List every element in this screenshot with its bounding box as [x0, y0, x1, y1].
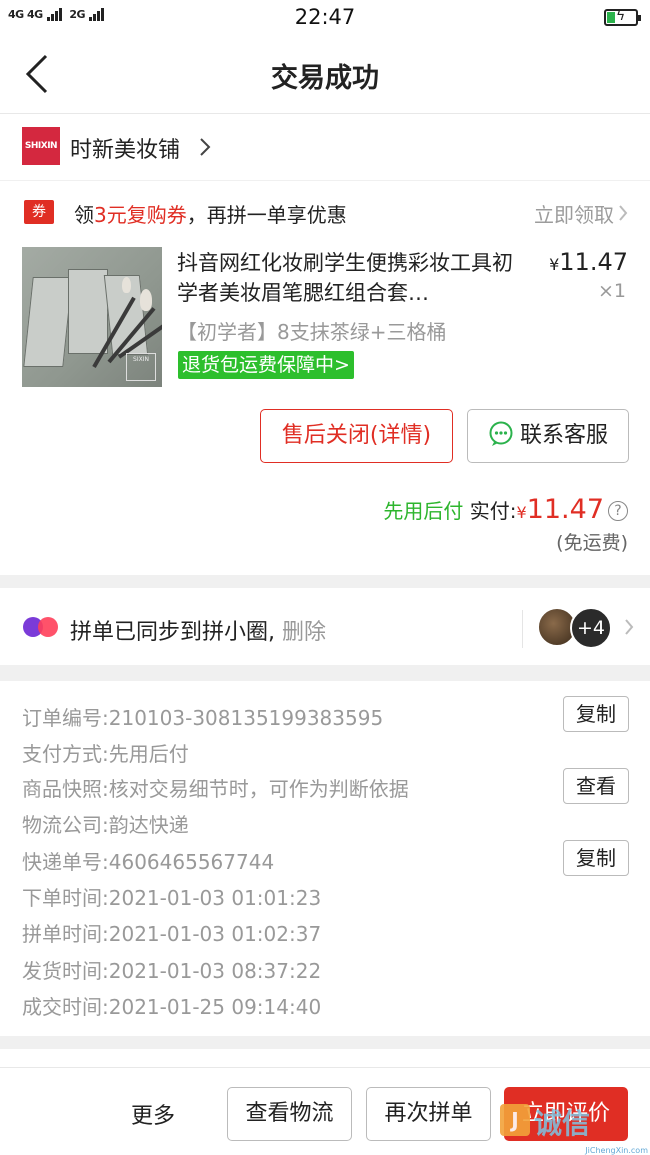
coupon-highlight: 3元复购券 — [94, 203, 187, 227]
reorder-button[interactable]: 再次拼单 — [366, 1087, 491, 1141]
payment-method-row: 支付方式:先用后付 — [22, 738, 189, 767]
view-logistics-button[interactable]: 查看物流 — [227, 1087, 352, 1141]
payment-method: 先用后付 — [108, 742, 189, 766]
page-title: 交易成功 — [271, 63, 379, 94]
chat-bubble-icon — [489, 421, 513, 446]
return-shipping-badge[interactable]: 退货包运费保障中> — [178, 351, 354, 379]
chevron-right-icon — [200, 138, 211, 156]
price-currency: ¥ — [549, 255, 560, 274]
product-quantity: ×1 — [597, 280, 626, 302]
info-label: 物流公司: — [22, 813, 109, 837]
circle-logo-icon — [23, 617, 58, 637]
divider — [522, 610, 523, 648]
coupon-banner[interactable]: 券 领3元复购券，再拼一单享优惠 立即领取 — [0, 182, 650, 242]
order-info: 订单编号:210103-308135199383595 支付方式:先用后付 商品… — [0, 681, 650, 1036]
snapshot-row: 商品快照:核对交易细节时，可作为判断依据 — [22, 773, 409, 802]
info-label: 下单时间: — [22, 886, 109, 910]
shop-header[interactable]: SHIXIN 时新美妆铺 — [0, 115, 650, 181]
group-sync-text: 拼单已同步到拼小圈, 删除 — [70, 614, 326, 646]
shop-name[interactable]: 时新美妆铺 — [70, 132, 180, 164]
complete-time: 2021-01-25 09:14:40 — [108, 995, 322, 1019]
paid-currency: ¥ — [516, 503, 527, 522]
payment-summary: 先用后付 实付:¥11.47? — [383, 494, 628, 525]
view-snapshot-button[interactable]: 查看 — [563, 768, 629, 804]
watermark-badge: J — [500, 1104, 530, 1136]
clock: 22:47 — [294, 5, 356, 29]
chevron-right-icon — [625, 619, 634, 635]
paid-amount: 11.47 — [526, 494, 604, 525]
snapshot-note: 核对交易细节时，可作为判断依据 — [108, 777, 409, 801]
section-divider — [0, 1036, 650, 1049]
price-value: 11.47 — [559, 248, 628, 276]
group-sync-label: 拼单已同步到拼小圈, — [70, 620, 275, 645]
customer-service-label: 联系客服 — [519, 423, 608, 448]
info-label: 发货时间: — [22, 959, 109, 983]
coupon-suffix: ，再拼一单享优惠 — [186, 203, 347, 227]
pay-later-tag: 先用后付 — [383, 499, 464, 523]
more-button[interactable]: 更多 — [131, 1098, 175, 1130]
product-card[interactable]: SIXIN 抖音网红化妆刷学生便携彩妆工具初学者美妆眉笔腮红组合套… ¥11.4… — [0, 242, 650, 402]
watermark-logo: J 诚信 — [500, 1104, 640, 1144]
product-image-label: SIXIN — [126, 353, 156, 381]
nav-bar: 交易成功 — [0, 36, 650, 114]
customer-service-button[interactable]: 联系客服 — [467, 409, 629, 463]
coupon-icon: 券 — [24, 200, 54, 224]
section-divider — [0, 575, 650, 588]
chevron-right-icon — [619, 205, 628, 221]
coupon-prefix: 领 — [74, 203, 94, 227]
info-label: 拼单时间: — [22, 922, 109, 946]
courier-row: 物流公司:韵达快递 — [22, 809, 189, 838]
help-icon[interactable]: ? — [608, 501, 628, 521]
complete-time-row: 成交时间:2021-01-25 09:14:40 — [22, 991, 321, 1020]
info-label: 快递单号: — [22, 850, 109, 874]
info-label: 支付方式: — [22, 742, 109, 766]
status-bar: 4G 4G 2G 22:47 ϟ — [0, 0, 650, 36]
product-title[interactable]: 抖音网红化妆刷学生便携彩妆工具初学者美妆眉笔腮红组合套… — [177, 248, 522, 308]
section-divider — [0, 665, 650, 681]
order-number-row: 订单编号:210103-308135199383595 — [22, 702, 383, 731]
order-number: 210103-308135199383595 — [108, 706, 384, 730]
watermark-text: 诚信 — [534, 1107, 591, 1140]
ship-time-row: 发货时间:2021-01-03 08:37:22 — [22, 955, 321, 984]
courier-name: 韵达快递 — [108, 813, 189, 837]
ship-time: 2021-01-03 08:37:22 — [108, 959, 322, 983]
tracking-number: 4606465567744 — [108, 850, 275, 874]
copy-tracking-number-button[interactable]: 复制 — [563, 840, 629, 876]
order-time-row: 下单时间:2021-01-03 01:01:23 — [22, 882, 321, 911]
free-shipping-note: (免运费) — [556, 532, 628, 554]
tracking-row: 快递单号:4606465567744 — [22, 846, 274, 875]
more-members-avatar: +4 — [570, 607, 612, 649]
watermark-url: JiChengXin.com — [585, 1146, 648, 1155]
paid-label: 实付: — [469, 499, 517, 523]
product-spec: 【初学者】8支抹茶绿+三格桶 — [177, 320, 447, 344]
order-time: 2021-01-03 01:01:23 — [108, 886, 322, 910]
coupon-text: 领3元复购券，再拼一单享优惠 — [74, 199, 347, 228]
after-sale-button[interactable]: 售后关闭(详情) — [260, 409, 453, 463]
product-image[interactable]: SIXIN — [22, 247, 162, 387]
delete-link[interactable]: 删除 — [282, 620, 326, 645]
info-label: 订单编号: — [22, 706, 109, 730]
copy-order-number-button[interactable]: 复制 — [563, 696, 629, 732]
info-label: 商品快照: — [22, 777, 109, 801]
product-price: ¥11.47 — [549, 248, 628, 276]
group-sync-row[interactable]: 拼单已同步到拼小圈, 删除 +4 — [0, 588, 650, 665]
claim-coupon-link[interactable]: 立即领取 — [534, 199, 614, 228]
info-label: 成交时间: — [22, 995, 109, 1019]
group-time: 2021-01-03 01:02:37 — [108, 922, 322, 946]
group-time-row: 拼单时间:2021-01-03 01:02:37 — [22, 918, 321, 947]
battery-icon: ϟ — [604, 8, 641, 26]
shop-logo: SHIXIN — [22, 127, 60, 165]
